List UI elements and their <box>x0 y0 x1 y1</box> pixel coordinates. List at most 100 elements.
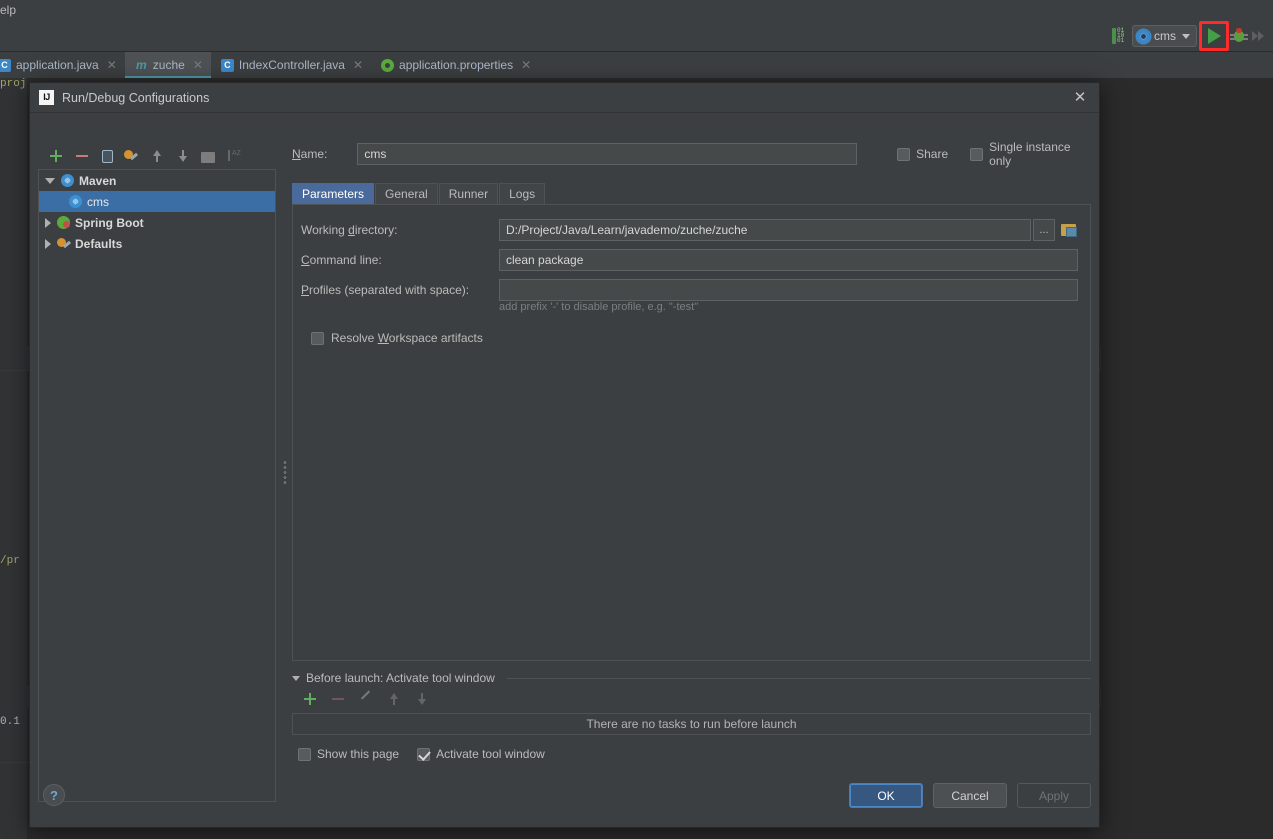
tree-item-spring-boot[interactable]: Spring Boot <box>39 212 275 233</box>
tab-runner[interactable]: Runner <box>438 183 499 204</box>
remove-configuration-button[interactable] <box>74 148 90 164</box>
command-line-row: Command line: <box>301 249 1078 271</box>
configurations-tree-pane: Maven cms Spring Boot Defaults <box>38 143 276 802</box>
close-icon[interactable]: ✕ <box>1067 87 1093 109</box>
share-checkbox[interactable]: Share <box>897 147 948 161</box>
browse-button[interactable]: ... <box>1033 219 1055 241</box>
debug-icon[interactable] <box>1230 28 1248 44</box>
run-with-coverage-icon[interactable] <box>1251 28 1267 44</box>
profiles-input[interactable] <box>499 279 1078 301</box>
activate-tool-window-checkbox[interactable]: Activate tool window <box>417 747 545 761</box>
profiles-row: Profiles (separated with space): <box>301 279 1078 301</box>
editor-tab-label: zuche <box>152 58 185 72</box>
editor-code-fragment: /pr <box>0 555 20 567</box>
editor-tab-bar: C application.java ✕ m zuche ✕ C IndexCo… <box>0 52 1273 78</box>
editor-code-fragment: proj <box>0 78 27 90</box>
editor-tab-application-properties[interactable]: application.properties ✕ <box>371 52 539 78</box>
menu-item-help[interactable]: elp <box>0 3 16 17</box>
maven-icon <box>69 195 82 208</box>
dialog-footer: ? OK Cancel Apply <box>30 776 1099 828</box>
create-folder-button[interactable] <box>201 152 215 163</box>
resolve-workspace-artifacts-checkbox[interactable]: Resolve Workspace artifacts <box>311 331 1078 345</box>
single-instance-label: Single instance only <box>989 140 1071 168</box>
tab-general[interactable]: General <box>375 183 438 204</box>
insert-macro-icon[interactable] <box>1059 220 1078 240</box>
name-input[interactable] <box>357 143 858 165</box>
name-row: Name: Share Single instance only <box>292 140 1091 168</box>
editor-tab-zuche[interactable]: m zuche ✕ <box>124 52 211 78</box>
editor-tab-indexcontroller-java[interactable]: C IndexController.java ✕ <box>211 52 371 78</box>
ok-button[interactable]: OK <box>849 783 923 808</box>
chevron-right-icon[interactable] <box>45 217 51 228</box>
working-directory-input[interactable] <box>499 219 1032 241</box>
single-instance-only-checkbox[interactable]: Single instance only <box>970 140 1091 168</box>
close-icon[interactable]: ✕ <box>521 58 531 72</box>
add-configuration-button[interactable] <box>48 148 64 164</box>
sort-configurations-button[interactable] <box>225 148 241 164</box>
run-debug-configurations-dialog: IJ Run/Debug Configurations ✕ AZ Maven c… <box>29 82 1100 828</box>
move-up-button[interactable] <box>149 148 165 164</box>
move-task-down-button[interactable] <box>414 691 430 707</box>
command-line-input[interactable] <box>499 249 1078 271</box>
checkbox-box <box>970 147 984 161</box>
binary-file-icon[interactable]: 01 10 01 <box>1110 27 1128 45</box>
run-configuration-selector[interactable]: cms <box>1132 25 1197 47</box>
tree-item-label: Defaults <box>75 236 123 251</box>
command-line-label: Command line: <box>301 253 382 267</box>
tree-item-maven[interactable]: Maven <box>39 170 275 191</box>
editor-tab-label: application.properties <box>399 58 514 72</box>
splitter-handle[interactable] <box>283 459 287 486</box>
checkbox-box <box>311 331 324 345</box>
chevron-down-icon <box>1182 33 1190 39</box>
tree-item-cms[interactable]: cms <box>39 191 275 212</box>
configurations-tree[interactable]: Maven cms Spring Boot Defaults <box>38 169 276 802</box>
before-launch-section: Before launch: Activate tool window Ther… <box>292 671 1091 761</box>
checkbox-box <box>417 747 431 761</box>
editor-tab-application-java[interactable]: C application.java ✕ <box>0 52 125 78</box>
tab-parameters[interactable]: Parameters <box>292 183 375 204</box>
run-button[interactable] <box>1199 21 1229 51</box>
remove-task-button[interactable] <box>330 691 346 707</box>
move-task-up-button[interactable] <box>386 691 402 707</box>
dialog-title: Run/Debug Configurations <box>62 90 210 105</box>
add-task-button[interactable] <box>302 691 318 707</box>
chevron-down-icon[interactable] <box>45 177 55 184</box>
before-launch-header[interactable]: Before launch: Activate tool window <box>292 671 1091 685</box>
divider <box>506 677 1091 679</box>
run-configuration-name: cms <box>1154 29 1176 43</box>
name-label: Name: <box>292 147 328 161</box>
editor-tab-label: IndexController.java <box>238 58 345 72</box>
spring-properties-icon <box>381 58 395 72</box>
tab-logs[interactable]: Logs <box>499 183 546 204</box>
working-directory-row: Working directory: ... <box>301 219 1078 241</box>
editor-right-pane <box>1101 78 1273 839</box>
chevron-right-icon[interactable] <box>45 238 51 249</box>
pane-splitter[interactable] <box>279 143 291 802</box>
show-this-page-checkbox[interactable]: Show this page <box>298 747 399 761</box>
tree-item-label: Maven <box>79 173 117 188</box>
profiles-label: Profiles (separated with space): <box>301 283 470 297</box>
editor-code-fragment: 0.1 <box>0 716 20 728</box>
cancel-button[interactable]: Cancel <box>933 783 1007 808</box>
configuration-editor-pane: Name: Share Single instance only <box>292 140 1091 828</box>
configuration-tabs: Parameters General Runner Logs <box>292 183 1091 204</box>
close-icon[interactable]: ✕ <box>353 58 363 72</box>
tab-label: Runner <box>448 187 489 201</box>
close-icon[interactable]: ✕ <box>193 58 203 72</box>
edit-task-button[interactable] <box>358 691 374 707</box>
help-button[interactable]: ? <box>43 784 65 806</box>
before-launch-checkboxes: Show this page Activate tool window <box>298 747 1091 761</box>
move-down-button[interactable] <box>175 148 191 164</box>
tab-label: Logs <box>509 187 536 201</box>
apply-button[interactable]: Apply <box>1017 783 1091 808</box>
close-icon[interactable]: ✕ <box>107 58 117 72</box>
before-launch-empty-message: There are no tasks to run before launch <box>292 713 1091 735</box>
copy-configuration-button[interactable] <box>102 149 113 163</box>
spring-boot-icon <box>57 216 70 229</box>
parameters-tab-panel: Working directory: ... Command line: Pro… <box>292 204 1091 661</box>
tree-item-defaults[interactable]: Defaults <box>39 233 275 254</box>
chevron-down-icon[interactable] <box>292 675 300 681</box>
checkbox-box <box>298 747 311 761</box>
edit-templates-button[interactable] <box>123 148 139 164</box>
before-launch-title: Before launch: Activate tool window <box>306 671 495 685</box>
